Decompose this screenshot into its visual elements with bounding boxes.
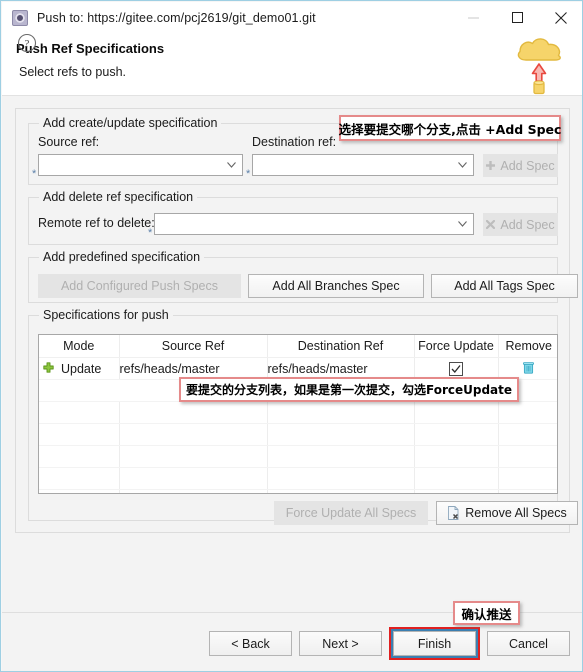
add-delete-ref-group-title: Add delete ref specification [39,190,198,204]
table-row [39,423,557,446]
window-controls [451,2,582,33]
page-subtitle: Select refs to push. [19,65,127,79]
specifications-for-push-group-title: Specifications for push [39,308,173,322]
cancel-button[interactable]: Cancel [487,631,570,656]
chevron-down-icon [227,162,236,168]
next-button[interactable]: Next > [299,631,382,656]
add-create-update-spec-label: Add Spec [500,158,555,173]
column-header-force-update: Force Update [414,335,499,358]
specifications-table[interactable]: Mode Source Ref Destination Ref Force Up… [38,334,558,494]
help-question-icon[interactable]: ? [17,33,37,53]
force-update-checkbox[interactable] [449,361,463,376]
annotation-branch-list-text: 要提交的分支列表，如果是第一次提交，勾选ForceUpdate [185,383,513,397]
remove-all-specs-button[interactable]: Remove All Specs [436,501,578,525]
column-header-source-ref: Source Ref [119,335,268,358]
remote-ref-to-delete-combo[interactable] [154,213,474,235]
source-ref-label: Source ref: [38,135,100,149]
green-plus-icon [43,361,54,376]
trash-icon[interactable] [523,361,535,377]
remove-all-specs-label: Remove All Specs [465,506,567,520]
minimize-icon[interactable] [451,2,495,33]
window-title: Push to: https://gitee.com/pcj2619/git_d… [37,10,316,25]
plus-icon [486,161,496,170]
table-row [39,467,557,490]
table-row [39,489,557,493]
add-delete-spec-label: Add Spec [500,217,555,232]
title-bar: Push to: https://gitee.com/pcj2619/git_d… [2,2,582,33]
cloud-push-icon [513,35,565,95]
push-ref-specifications-dialog: Push to: https://gitee.com/pcj2619/git_d… [0,0,583,672]
add-all-branches-spec-label: Add All Branches Spec [272,279,400,293]
chevron-down-icon [458,162,467,168]
table-row [39,445,557,468]
specs-panel: Add create/update specification Source r… [15,108,578,533]
column-header-mode: Mode [39,335,120,358]
close-icon[interactable] [539,2,582,33]
dialog-body: Add create/update specification Source r… [2,96,582,612]
destination-ref-combo[interactable] [252,154,474,176]
annotation-select-branch: 选择要提交哪个分支,点击 +Add Spec [339,115,561,141]
back-button-label: < Back [231,636,270,651]
back-button[interactable]: < Back [209,631,292,656]
cancel-button-label: Cancel [509,636,548,651]
maximize-icon[interactable] [495,2,539,33]
cell-mode-text: Update [61,361,102,376]
annotation-confirm-push: 确认推送 [453,601,520,625]
column-header-remove: Remove [498,335,557,358]
add-all-branches-spec-button[interactable]: Add All Branches Spec [248,274,424,298]
remote-ref-to-delete-label: Remote ref to delete: [38,216,155,230]
remove-document-icon [447,506,460,520]
source-ref-combo[interactable] [38,154,243,176]
page-title: Push Ref Specifications [16,41,165,56]
table-row [39,401,557,424]
add-all-tags-spec-button[interactable]: Add All Tags Spec [431,274,578,298]
add-create-update-spec-button[interactable]: Add Spec [483,154,558,177]
force-update-all-specs-button[interactable]: Force Update All Specs [274,501,428,525]
destination-ref-required-marker: * [246,168,251,180]
add-create-update-group-title: Add create/update specification [39,116,222,130]
add-all-tags-spec-label: Add All Tags Spec [454,279,555,293]
force-update-all-specs-label: Force Update All Specs [285,506,417,520]
next-button-label: Next > [322,636,359,651]
cell-mode: Update [39,357,120,380]
column-header-destination-ref: Destination Ref [267,335,415,358]
annotation-select-branch-text: 选择要提交哪个分支,点击 +Add Spec [338,121,562,137]
source-ref-required-marker: * [32,168,37,180]
add-configured-push-specs-label: Add Configured Push Specs [60,279,219,293]
add-configured-push-specs-button[interactable]: Add Configured Push Specs [38,274,241,298]
annotation-confirm-push-text: 确认推送 [461,606,512,622]
add-delete-spec-button[interactable]: Add Spec [483,213,558,236]
finish-button-label: Finish [417,636,452,651]
finish-button[interactable]: Finish [393,631,476,656]
annotation-branch-list: 要提交的分支列表，如果是第一次提交，勾选ForceUpdate [179,377,519,402]
x-mark-icon [486,220,496,229]
eclipse-gear-icon [12,9,28,26]
wizard-header: Push Ref Specifications Select refs to p… [2,33,582,96]
chevron-down-icon [458,221,467,227]
remote-ref-required-marker: * [148,227,153,239]
svg-text:?: ? [25,38,30,50]
destination-ref-label: Destination ref: [252,135,337,149]
add-predefined-group-title: Add predefined specification [39,250,205,264]
table-header-row: Mode Source Ref Destination Ref Force Up… [39,335,557,358]
